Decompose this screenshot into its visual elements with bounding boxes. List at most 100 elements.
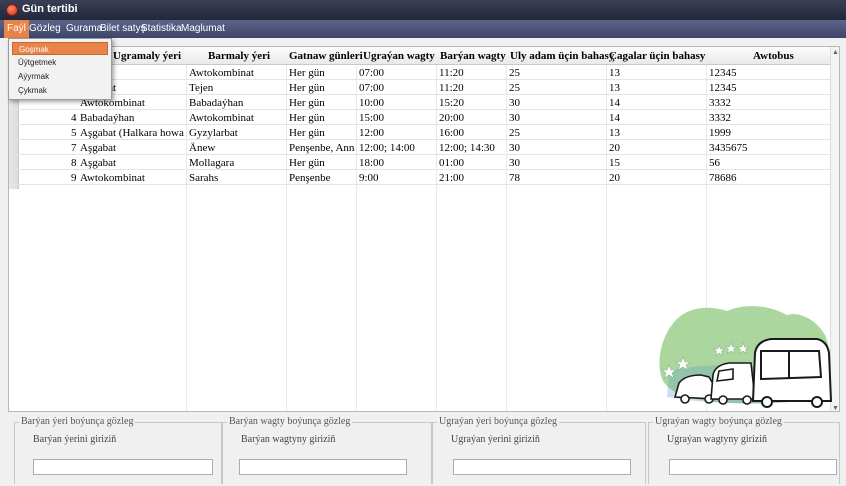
column-header[interactable]: Awtobus	[753, 50, 794, 62]
menu-fayl[interactable]: Faýl	[4, 20, 29, 38]
cell-bus: 1999	[709, 127, 731, 139]
cell-bus: 3332	[709, 97, 731, 109]
cell-departure: 07:00	[359, 82, 385, 94]
field-label: Ugraýan wagtyny giriziň	[667, 434, 767, 445]
cell-adult-price: 78	[509, 172, 520, 184]
filter-group-departure-time: Ugraýan wagty boýunça gözleg Ugraýan wag…	[648, 416, 840, 484]
field-label: Barýan ýerini giriziň	[33, 434, 117, 445]
menu-bilet-satys[interactable]: Bilet satyş	[100, 23, 146, 34]
group-legend: Barýan ýeri boýunça gözleg	[19, 416, 136, 427]
cell-to: Sarahs	[189, 172, 219, 184]
table-row[interactable]: 4 Babadaýhan Awtokombinat Her gün 15:00 …	[9, 110, 839, 125]
cell-bus: 12345	[709, 82, 737, 94]
cell-arrival: 20:00	[439, 112, 465, 124]
departure-place-input[interactable]	[453, 459, 631, 475]
filter-group-arrival-place: Barýan ýeri boýunça gözleg Barýan ýerini…	[14, 416, 222, 484]
menu-statistika[interactable]: Statistika	[141, 23, 182, 34]
cell-departure: 12:00; 14:00	[359, 142, 415, 154]
cell-child-price: 20	[609, 142, 620, 154]
cell-adult-price: 30	[509, 112, 520, 124]
table-row[interactable]: 7 Aşgabat Änew Penşenbe, Anna, 12:00; 14…	[9, 140, 839, 155]
arrival-place-input[interactable]	[33, 459, 213, 475]
cell-child-price: 14	[609, 97, 620, 109]
menu-gurama[interactable]: Gurama	[66, 23, 102, 34]
cell-adult-price: 25	[509, 82, 520, 94]
cell-to: Mollagara	[189, 157, 235, 169]
table-row[interactable]: Awtokombinat Her gün 07:00 11:20 25 13 1…	[9, 65, 839, 80]
filter-group-arrival-time: Barýan wagty boýunça gözleg Barýan wagty…	[222, 416, 432, 484]
column-header[interactable]: Ugraýan wagty	[363, 50, 435, 62]
cell-to: Awtokombinat	[189, 67, 254, 79]
schedule-table[interactable]: Ugramaly ýeri Barmaly ýeri Gatnaw günler…	[8, 46, 840, 412]
table-row[interactable]: Awtokombinat Babadaýhan Her gün 10:00 15…	[9, 95, 839, 110]
cell-arrival: 12:00; 14:30	[439, 142, 495, 154]
menu-item-ayyrmak[interactable]: Aýyrmak	[12, 70, 108, 83]
menu-item-uytgetmek[interactable]: Üýtgetmek	[12, 56, 108, 69]
cell-child-price: 13	[609, 67, 620, 79]
group-legend: Ugraýan wagty boýunça gözleg	[653, 416, 784, 427]
cell-adult-price: 25	[509, 127, 520, 139]
group-legend: Ugraýan ýeri boýunça gözleg	[437, 416, 560, 427]
cell-days: Her gün	[289, 82, 325, 94]
menu-item-cykmak[interactable]: Çykmak	[12, 84, 108, 97]
cell-from: Aşgabat (Halkara howa me	[80, 127, 184, 139]
cell-adult-price: 25	[509, 67, 520, 79]
cell-to: Gyzylarbat	[189, 127, 238, 139]
field-label: Ugraýan ýerini giriziň	[451, 434, 540, 445]
table-row[interactable]: 8 Aşgabat Mollagara Her gün 18:00 01:00 …	[9, 155, 839, 170]
cell-days: Her gün	[289, 112, 325, 124]
cell-days: Her gün	[289, 97, 325, 109]
title-bar: Gün tertibi	[0, 0, 846, 20]
menu-item-gosmak[interactable]: Goşmak	[12, 42, 108, 55]
cell-days: Her gün	[289, 127, 325, 139]
column-header[interactable]: Uly adam üçin bahasy	[510, 50, 614, 62]
cell-adult-price: 30	[509, 157, 520, 169]
cell-arrival: 11:20	[439, 82, 464, 94]
cell-days: Her gün	[289, 67, 325, 79]
cell-days: Penşenbe, Anna,	[289, 142, 355, 154]
cell-departure: 9:00	[359, 172, 379, 184]
cell-to: Awtokombinat	[189, 112, 254, 124]
cell-arrival: 21:00	[439, 172, 465, 184]
cell-departure: 10:00	[359, 97, 385, 109]
cell-child-price: 13	[609, 82, 620, 94]
cell-child-price: 14	[609, 112, 620, 124]
arrival-time-input[interactable]	[239, 459, 407, 475]
column-header[interactable]: Barmaly ýeri	[208, 50, 270, 62]
app-icon	[6, 4, 18, 16]
cell-adult-price: 30	[509, 142, 520, 154]
field-label: Barýan wagtyny giriziň	[241, 434, 336, 445]
column-header[interactable]: Gatnaw günleri	[289, 50, 363, 62]
table-row[interactable]: 9 Awtokombinat Sarahs Penşenbe 9:00 21:0…	[9, 170, 839, 185]
cell-to: Babadaýhan	[189, 97, 244, 109]
cell-departure: 18:00	[359, 157, 385, 169]
cell-bus: 12345	[709, 67, 737, 79]
group-legend: Barýan wagty boýunça gözleg	[227, 416, 353, 427]
scroll-up-icon[interactable]: ▲	[832, 49, 839, 56]
cell-arrival: 16:00	[439, 127, 465, 139]
window-title: Gün tertibi	[22, 3, 78, 15]
column-header[interactable]: Ugramaly ýeri	[113, 50, 181, 62]
filter-group-departure-place: Ugraýan ýeri boýunça gözleg Ugraýan ýeri…	[432, 416, 646, 484]
table-row[interactable]: ombinat Tejen Her gün 07:00 11:20 25 13 …	[9, 80, 839, 95]
cell-from: Aşgabat	[80, 142, 117, 154]
cell-arrival: 01:00	[439, 157, 465, 169]
departure-time-input[interactable]	[669, 459, 837, 475]
cell-from: Aşgabat	[80, 157, 117, 169]
menu-maglumat[interactable]: Maglumat	[181, 23, 225, 34]
menu-bar: Faýl Gözleg Gurama Bilet satyş Statistik…	[0, 20, 846, 38]
table-row[interactable]: 5 Aşgabat (Halkara howa me Gyzylarbat He…	[9, 125, 839, 140]
file-menu-dropdown: Goşmak Üýtgetmek Aýyrmak Çykmak	[8, 38, 112, 100]
search-filters: Barýan ýeri boýunça gözleg Barýan ýerini…	[8, 414, 840, 484]
cell-to: Tejen	[189, 82, 214, 94]
cell-child-price: 15	[609, 157, 620, 169]
menu-gozleg[interactable]: Gözleg	[29, 23, 61, 34]
cell-bus: 78686	[709, 172, 737, 184]
cell-departure: 12:00	[359, 127, 385, 139]
van-icon	[710, 362, 756, 405]
cell-from: Babadaýhan	[80, 112, 135, 124]
column-header[interactable]: Barýan wagty	[440, 50, 506, 62]
column-header[interactable]: Çagalar üçin bahasy	[609, 50, 705, 62]
cell-bus: 56	[709, 157, 720, 169]
cell-from: Awtokombinat	[80, 172, 145, 184]
